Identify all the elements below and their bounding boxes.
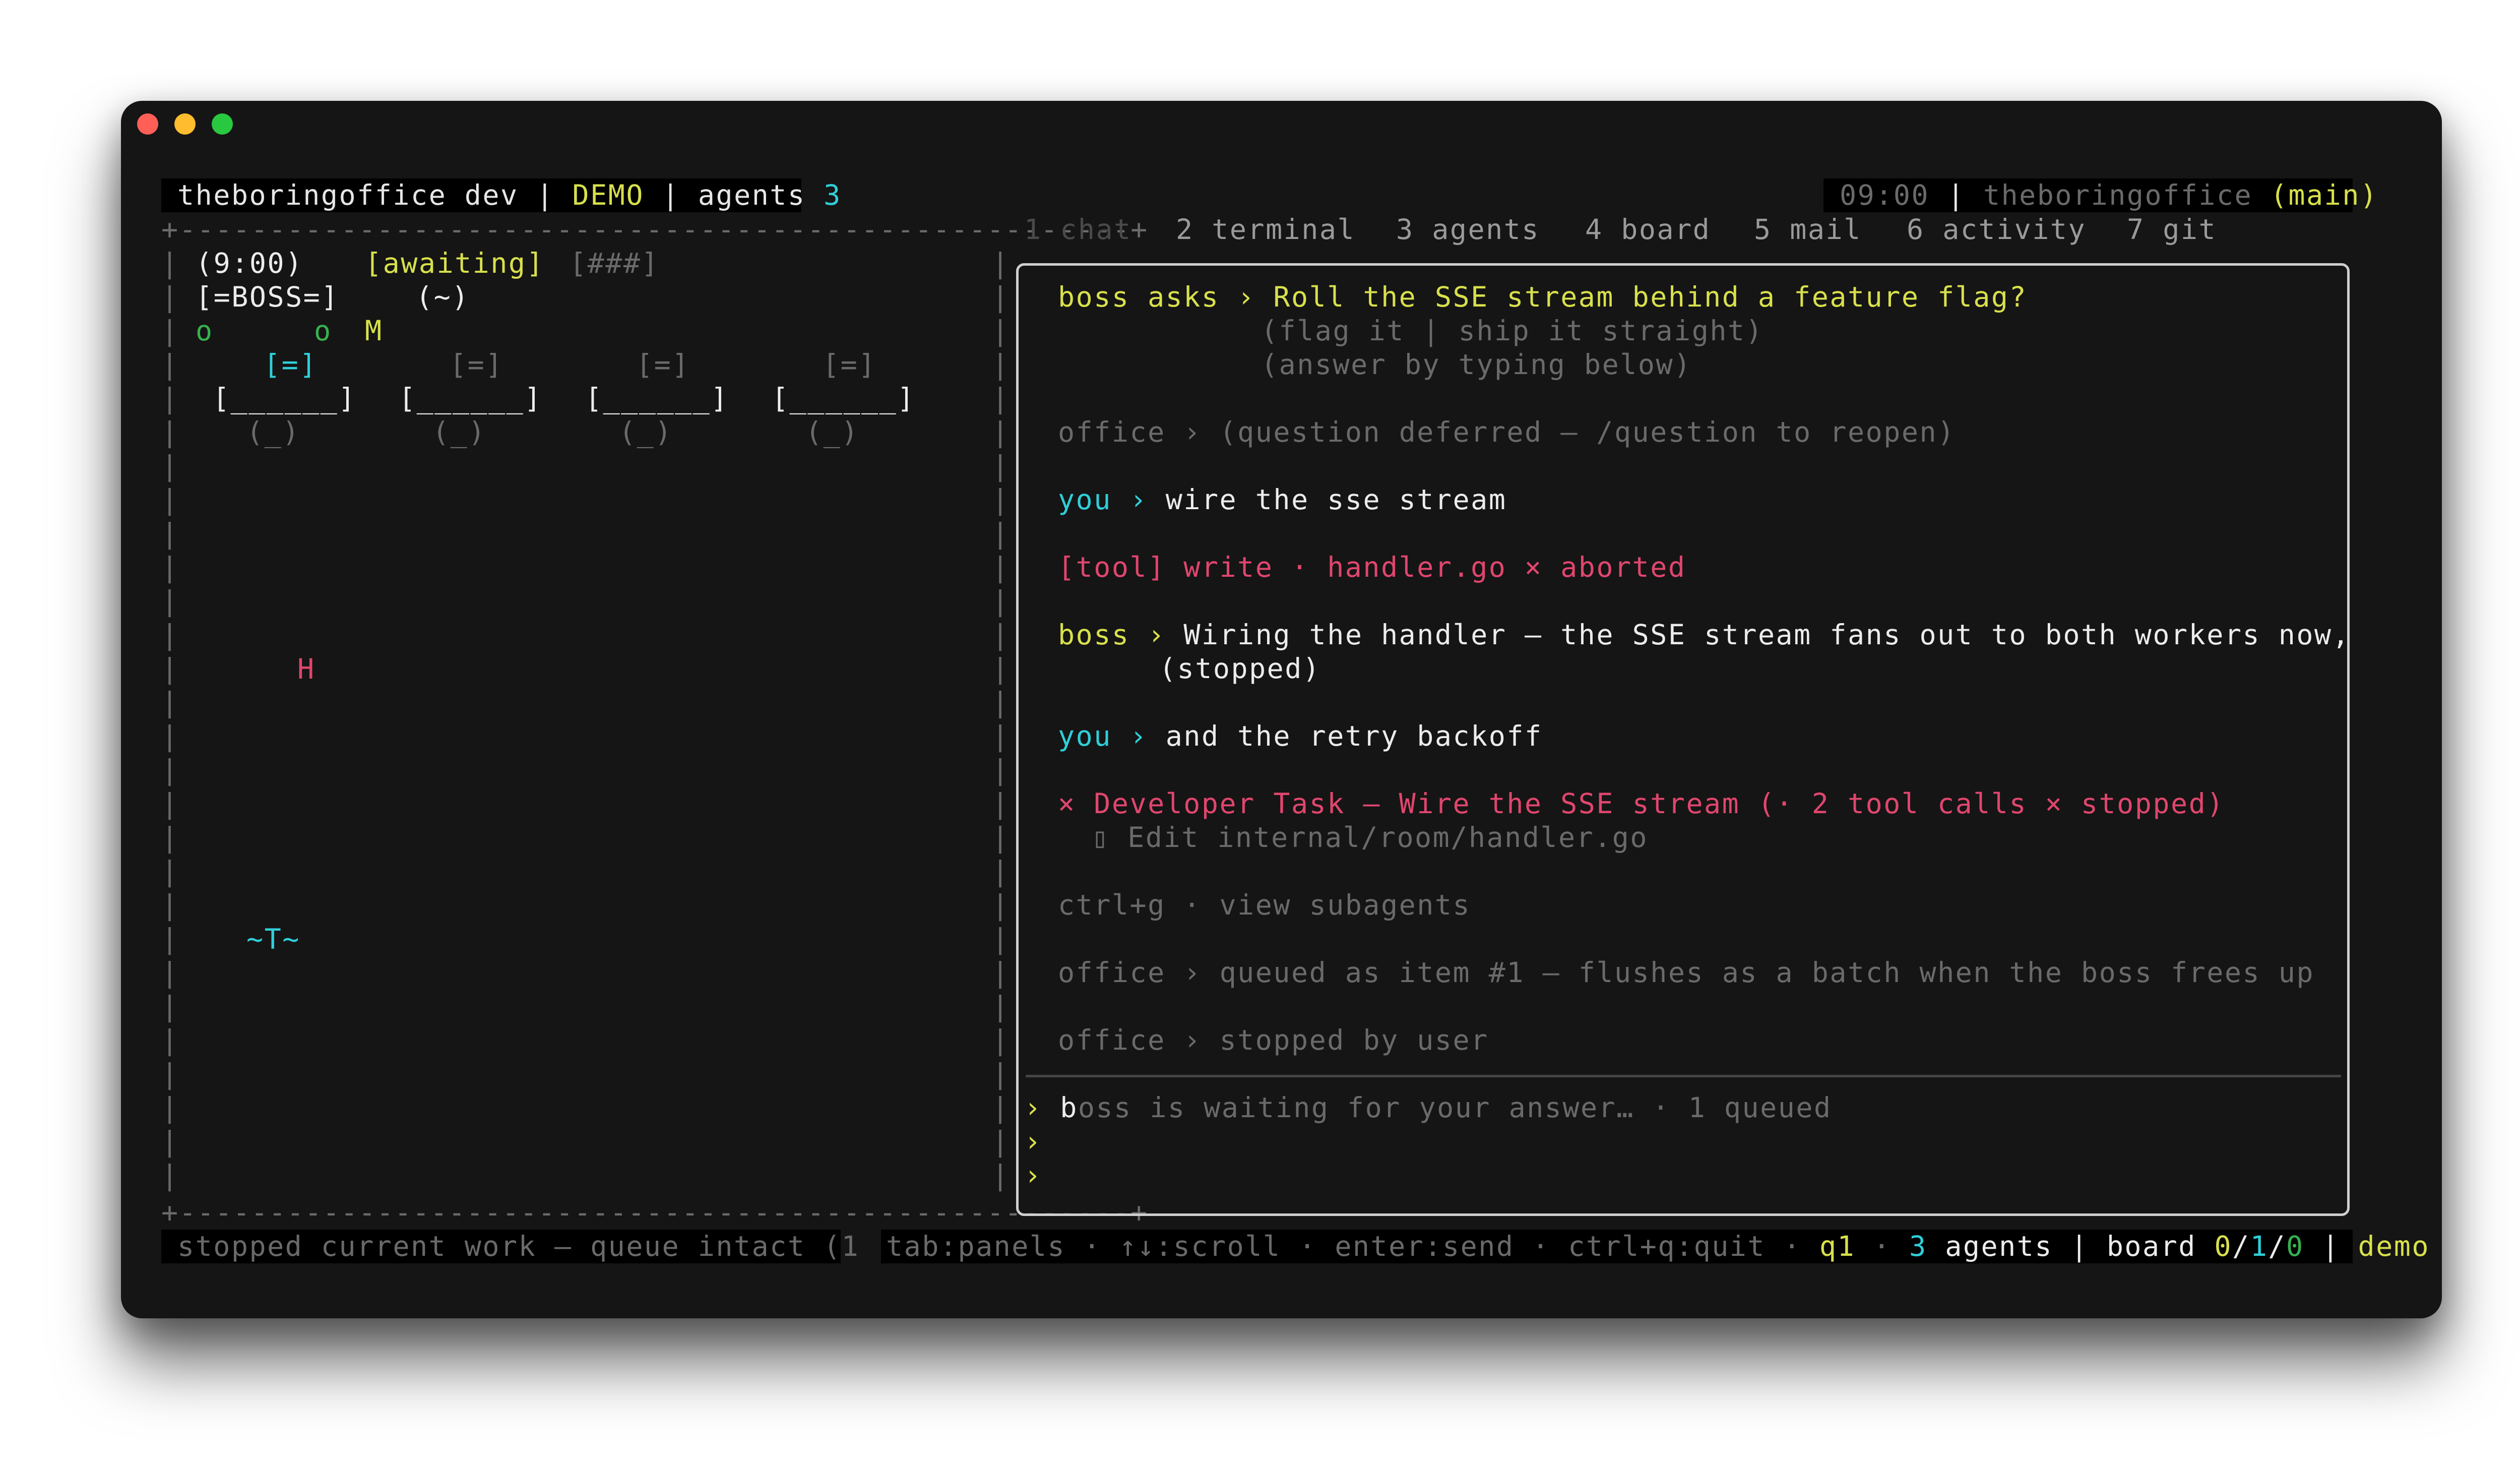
question-hint: (answer by typing below) <box>1261 348 1692 381</box>
office-time: (9:00) <box>196 247 303 279</box>
app-title: theboringoffice dev <box>177 179 519 211</box>
desk-4: [______] <box>772 382 915 414</box>
chair-3: (_) <box>619 416 673 448</box>
tab-chat[interactable]: 1 chat <box>1024 213 1132 247</box>
desk-2: [______] <box>399 382 542 414</box>
tab-git[interactable]: 7 git <box>2127 213 2217 247</box>
composer-input[interactable]: › boss is waiting for your answer… · 1 q… <box>1024 1091 1832 1125</box>
agents-count: 3 <box>824 179 842 211</box>
message-tool-aborted: [tool] write · handler.go × aborted <box>1058 551 1686 583</box>
queue-indicator: q1 <box>1819 1230 1856 1262</box>
agents-label: agents <box>698 179 806 211</box>
sprite-o-2: o <box>314 315 332 347</box>
footer-status: stopped current work — queue intact (1 <box>177 1230 860 1262</box>
monitor-3: [=] <box>636 348 690 381</box>
desk-1: [______] <box>213 382 356 414</box>
footer-mode: demo <box>2358 1230 2430 1262</box>
input-placeholder: oss is waiting for your answer… · 1 queu… <box>1078 1091 1832 1124</box>
repo-name: theboringoffice <box>1983 179 2253 211</box>
message-you-2: you › and the retry backoff <box>1058 720 1543 752</box>
branch-name: (main) <box>2270 179 2378 211</box>
office-frame-top: +---------------------------------------… <box>161 213 1149 246</box>
question-options: (flag it | ship it straight) <box>1261 315 1764 347</box>
tab-terminal[interactable]: 2 terminal <box>1176 213 1355 247</box>
keyboard-hints: tab:panels · ↑↓:scroll · enter:send · ct… <box>886 1230 1802 1262</box>
message-office-stopped: office › stopped by user <box>1058 1024 1489 1056</box>
question-speaker: boss asks <box>1058 281 1220 313</box>
sprite-h: H <box>297 653 316 685</box>
tab-agents[interactable]: 3 agents <box>1396 213 1540 247</box>
tab-mail[interactable]: 5 mail <box>1754 213 1862 247</box>
composer-divider <box>1026 1075 2341 1077</box>
prompt-arrow: › <box>1024 1091 1042 1124</box>
view-subagents-hint: ctrl+g · view subagents <box>1058 889 1471 921</box>
footer-hints: tab:panels · ↑↓:scroll · enter:send · ct… <box>886 1230 2430 1262</box>
office-frame-right: | | | | | | | | | | | | | | | | | | | | … <box>992 247 1010 1191</box>
mode-badge: DEMO <box>572 179 644 211</box>
boss-desk: [=BOSS=] <box>196 281 339 313</box>
sprite-t: ~T~ <box>246 923 300 955</box>
developer-task-edit: ▯ Edit internal/room/handler.go <box>1092 821 1649 854</box>
terminal-window: theboringoffice dev | DEMO | agents 3 09… <box>121 101 2442 1318</box>
sprite-m: M <box>365 315 383 347</box>
sprite-o-1: o <box>196 315 214 347</box>
office-frame-bottom: +---------------------------------------… <box>161 1196 1149 1229</box>
boss-face: (~) <box>416 281 470 313</box>
footer-agents-count: 3 <box>1909 1230 1927 1262</box>
question-text: Roll the SSE stream behind a feature fla… <box>1273 281 2028 313</box>
boss-status: [awaiting] <box>365 247 545 279</box>
file-icon: ▯ <box>1092 821 1110 854</box>
message-boss-cont: (stopped) <box>1159 652 1321 685</box>
zoom-window-button[interactable] <box>212 113 233 135</box>
message-office-queued: office › queued as item #1 — flushes as … <box>1058 956 2314 989</box>
tab-board[interactable]: 4 board <box>1585 213 1711 247</box>
board-label: board <box>2106 1230 2196 1262</box>
close-window-button[interactable] <box>137 113 158 135</box>
input-cursor: b <box>1060 1091 1078 1124</box>
monitor-4: [=] <box>823 348 876 381</box>
chair-1: (_) <box>246 416 300 448</box>
message-boss: boss › Wiring the handler — the SSE stre… <box>1058 619 2351 651</box>
chair-4: (_) <box>805 416 859 448</box>
minimize-window-button[interactable] <box>174 113 196 135</box>
clock: 09:00 <box>1840 179 1930 211</box>
tab-activity[interactable]: 6 activity <box>1907 213 2086 247</box>
header-right: 09:00 | theboringoffice (main) <box>1840 179 2378 211</box>
monitor-2: [=] <box>450 348 503 381</box>
message-you-1: you › wire the sse stream <box>1058 483 1507 516</box>
monitor-1: [=] <box>264 348 318 381</box>
prompt-arrow-2: › <box>1024 1125 1042 1158</box>
office-frame-left: | | | | | | | | | | | | | | | | | | | | … <box>161 247 179 1191</box>
boss-progress: [###] <box>570 247 660 279</box>
developer-task-line[interactable]: × Developer Task — Wire the SSE stream (… <box>1058 787 2225 821</box>
prompt-arrow-3: › <box>1024 1159 1042 1191</box>
message-office-deferred: office › (question deferred — /question … <box>1058 416 1956 448</box>
chair-2: (_) <box>432 416 486 448</box>
question-line: boss asks › Roll the SSE stream behind a… <box>1058 281 2028 313</box>
desk-3: [______] <box>585 382 729 414</box>
header-left: theboringoffice dev | DEMO | agents 3 <box>177 179 842 211</box>
